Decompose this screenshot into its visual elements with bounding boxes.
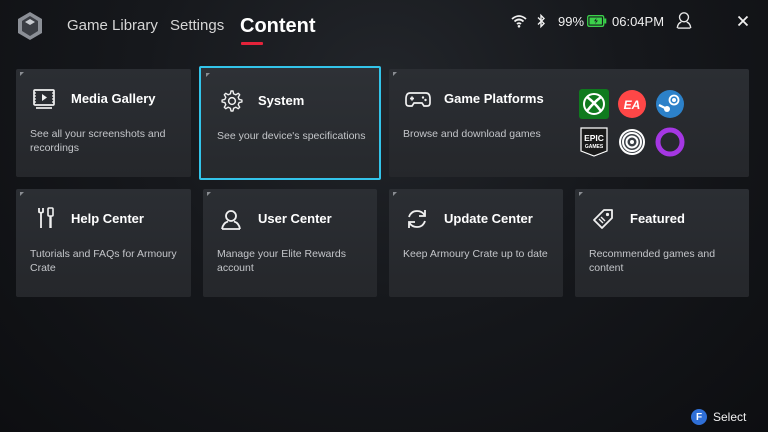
card-corner-mark bbox=[393, 72, 397, 76]
card-title: Game Platforms bbox=[444, 91, 544, 106]
tab-settings[interactable]: Settings bbox=[170, 17, 224, 34]
card-description: Browse and download games bbox=[403, 128, 541, 140]
card-corner-mark bbox=[393, 192, 397, 196]
battery-percent: 99% bbox=[558, 13, 585, 29]
card-title: Help Center bbox=[71, 211, 144, 226]
card-title: Featured bbox=[630, 211, 685, 226]
card-corner-mark bbox=[20, 72, 24, 76]
card-corner-mark bbox=[20, 192, 24, 196]
card-title: Media Gallery bbox=[71, 91, 156, 106]
ea-logo[interactable]: EA bbox=[617, 89, 647, 119]
top-bar: Game Library Settings Content 99% 06:04P… bbox=[0, 0, 768, 56]
card-description: Tutorials and FAQs for Armoury Crate bbox=[30, 248, 177, 274]
card-title: User Center bbox=[258, 211, 332, 226]
armoury-crate-logo-icon[interactable] bbox=[17, 11, 43, 41]
card-corner-mark bbox=[207, 192, 211, 196]
svg-text:EPIC: EPIC bbox=[584, 133, 604, 143]
battery-charging-icon[interactable] bbox=[587, 12, 607, 30]
card-help-center[interactable]: Help Center Tutorials and FAQs for Armou… bbox=[16, 189, 191, 297]
card-title: System bbox=[258, 93, 305, 108]
clock: 06:04PM bbox=[612, 13, 665, 29]
card-corner-mark bbox=[206, 73, 210, 77]
tab-game-library[interactable]: Game Library bbox=[67, 17, 158, 34]
card-system[interactable]: System See your device's specifications bbox=[199, 66, 381, 180]
active-tab-indicator bbox=[241, 42, 263, 45]
card-description: See your device's specifications bbox=[217, 130, 366, 142]
gamepad-icon bbox=[405, 92, 431, 107]
card-user-center[interactable]: User Center Manage your Elite Rewards ac… bbox=[203, 189, 377, 297]
card-game-platforms[interactable]: Game Platforms Browse and download games… bbox=[389, 69, 749, 177]
card-description: Manage your Elite Rewards account bbox=[217, 248, 346, 274]
xbox-logo[interactable] bbox=[579, 89, 609, 119]
tab-content[interactable]: Content bbox=[240, 15, 316, 38]
gear-icon bbox=[221, 90, 243, 112]
bluetooth-icon[interactable] bbox=[536, 12, 546, 30]
user-profile-icon[interactable] bbox=[675, 11, 693, 29]
gog-logo[interactable] bbox=[655, 127, 685, 157]
card-description: See all your screenshots and recordings bbox=[30, 128, 166, 154]
card-featured[interactable]: Featured Recommended games and content bbox=[575, 189, 749, 297]
steam-logo[interactable] bbox=[655, 89, 685, 119]
card-media-gallery[interactable]: Media Gallery See all your screenshots a… bbox=[16, 69, 191, 177]
select-hint[interactable]: F Select bbox=[691, 409, 746, 425]
card-title: Update Center bbox=[444, 211, 533, 226]
card-corner-mark bbox=[579, 192, 583, 196]
ubisoft-logo[interactable] bbox=[617, 127, 647, 157]
card-description: Recommended games and content bbox=[589, 248, 716, 274]
tag-icon bbox=[593, 209, 613, 229]
close-icon[interactable] bbox=[737, 12, 749, 30]
refresh-icon bbox=[408, 210, 426, 228]
svg-text:GAMES: GAMES bbox=[585, 144, 604, 150]
card-description: Keep Armoury Crate up to date bbox=[403, 248, 548, 260]
f-button-icon: F bbox=[691, 409, 707, 425]
tools-icon bbox=[38, 207, 54, 228]
play-gallery-icon bbox=[33, 89, 55, 109]
user-icon bbox=[221, 210, 241, 230]
card-update-center[interactable]: Update Center Keep Armoury Crate up to d… bbox=[389, 189, 563, 297]
select-label: Select bbox=[713, 410, 747, 424]
epic-games-logo[interactable]: EPIC GAMES bbox=[579, 127, 609, 157]
wifi-icon[interactable] bbox=[511, 12, 527, 30]
svg-text:EA: EA bbox=[624, 98, 641, 112]
